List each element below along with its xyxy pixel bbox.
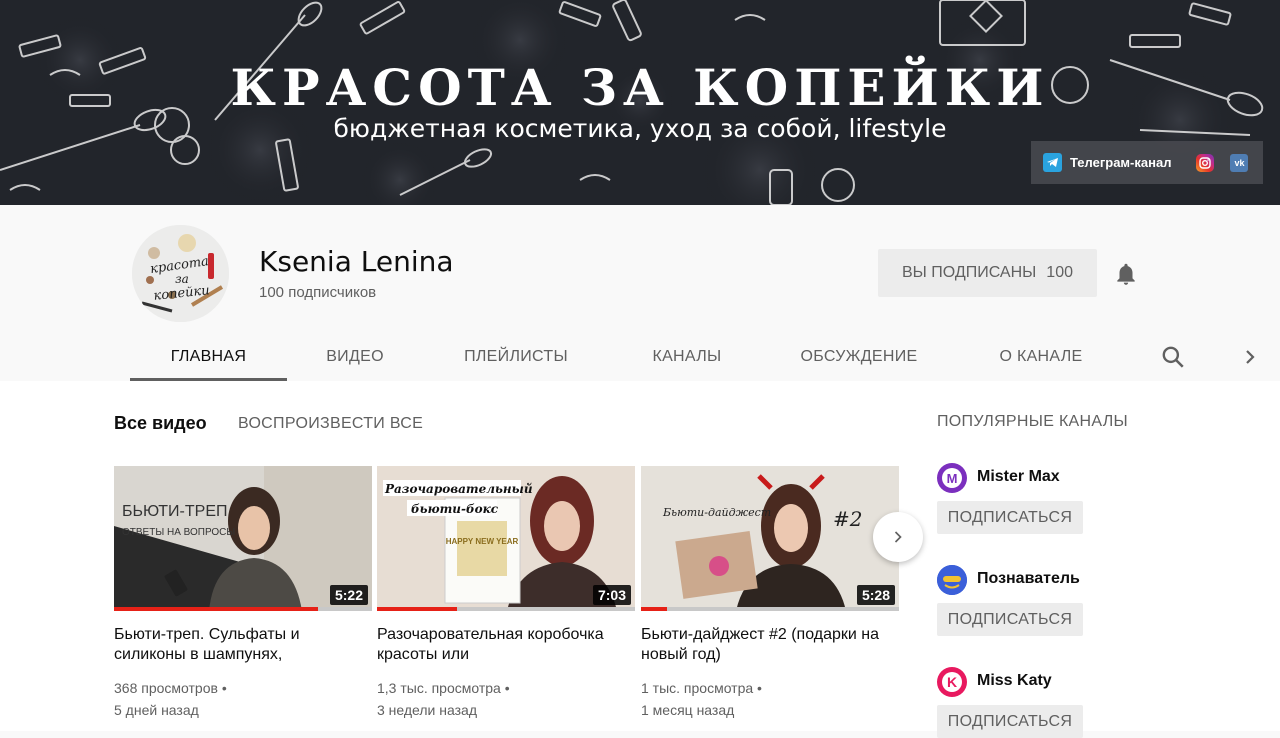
- watch-progress: [114, 607, 372, 611]
- video-card[interactable]: HAPPY NEW YEAR Разочаровательный бьюти-б…: [377, 466, 635, 721]
- video-thumbnail[interactable]: БЬЮТИ-ТРЕП ОТВЕТЫ НА ВОПРОСЫ 5:22: [114, 466, 372, 611]
- video-meta: 1,3 тыс. просмотра • 3 недели назад: [377, 680, 510, 718]
- popular-channel-name[interactable]: Mister Max: [977, 468, 1060, 486]
- banner-links: Телеграм-канал vk: [1031, 141, 1263, 184]
- tab-videos[interactable]: ВИДЕО: [310, 333, 400, 381]
- carousel-next-button[interactable]: [873, 512, 923, 562]
- avatar-letter: K: [947, 674, 957, 690]
- video-card[interactable]: Бьюти-дайджест #2 5:28 Бьюти-дайджест #2…: [641, 466, 899, 721]
- thumb-text: Бьюти-дайджест: [662, 506, 771, 519]
- thumb-subtext: бьюти-бокс: [411, 502, 499, 516]
- thumb-text: БЬЮТИ-ТРЕП: [122, 503, 227, 520]
- channel-avatar[interactable]: красота за копейки: [132, 225, 229, 322]
- video-title[interactable]: Бьюти-дайджест #2 (подарки на новый год): [641, 625, 899, 665]
- avatar[interactable]: K: [937, 667, 967, 697]
- video-duration: 7:03: [592, 585, 631, 605]
- watch-progress-fill: [377, 607, 457, 611]
- channel-header: красота за копейки Ksenia Lenina 100 под…: [0, 205, 1280, 381]
- telegram-icon[interactable]: [1043, 153, 1062, 172]
- avatar[interactable]: [937, 565, 967, 595]
- video-thumbnail[interactable]: HAPPY NEW YEAR Разочаровательный бьюти-б…: [377, 466, 635, 611]
- video-age: 1 месяц назад: [641, 702, 735, 718]
- search-icon[interactable]: [1160, 344, 1186, 370]
- section-title[interactable]: Все видео: [114, 413, 207, 434]
- channel-tabs: ГЛАВНАЯ ВИДЕО ПЛЕЙЛИСТЫ КАНАЛЫ ОБСУЖДЕНИ…: [130, 333, 1260, 381]
- chevron-right-icon: [894, 531, 902, 543]
- telegram-link[interactable]: Телеграм-канал: [1070, 155, 1171, 170]
- video-age: 5 дней назад: [114, 702, 199, 718]
- avatar[interactable]: M: [937, 463, 967, 493]
- video-age: 3 недели назад: [377, 702, 477, 718]
- subscriber-count: 100 подписчиков: [259, 284, 377, 301]
- tab-channels[interactable]: КАНАЛЫ: [635, 333, 739, 381]
- video-views: 368 просмотров: [114, 680, 218, 696]
- video-thumbnail[interactable]: Бьюти-дайджест #2 5:28: [641, 466, 899, 611]
- watch-progress: [377, 607, 635, 611]
- watch-progress-fill: [114, 607, 318, 611]
- video-meta: 1 тыс. просмотра • 1 месяц назад: [641, 680, 762, 718]
- video-views: 1 тыс. просмотра: [641, 680, 754, 696]
- svg-text:за: за: [175, 272, 189, 286]
- tab-playlists[interactable]: ПЛЕЙЛИСТЫ: [448, 333, 584, 381]
- video-duration: 5:28: [856, 585, 895, 605]
- channel-name: Ksenia Lenina: [259, 245, 454, 278]
- thumb-subtext: ОТВЕТЫ НА ВОПРОСЫ: [122, 527, 235, 538]
- tab-discussion[interactable]: ОБСУЖДЕНИЕ: [790, 333, 928, 381]
- instagram-icon[interactable]: [1196, 153, 1215, 172]
- popular-channel-name[interactable]: Познаватель: [977, 570, 1080, 588]
- subscribed-label: ВЫ ПОДПИСАНЫ: [901, 264, 1037, 281]
- avatar-letter: M: [947, 471, 958, 486]
- video-views: 1,3 тыс. просмотра: [377, 680, 501, 696]
- banner-title: КРАСОТА ЗА КОПЕЙКИ: [230, 58, 1050, 117]
- play-all-button[interactable]: ВОСПРОИЗВЕСТИ ВСЕ: [238, 415, 423, 433]
- subscribe-button[interactable]: ПОДПИСАТЬСЯ: [937, 705, 1083, 738]
- tab-about[interactable]: О КАНАЛЕ: [985, 333, 1097, 381]
- thumb-subtext: #2: [833, 507, 862, 531]
- video-meta: 368 просмотров • 5 дней назад: [114, 680, 227, 718]
- video-title[interactable]: Разочаровательная коробочка красоты или: [377, 625, 635, 665]
- tab-home[interactable]: ГЛАВНАЯ: [130, 333, 287, 381]
- watch-progress: [641, 607, 899, 611]
- popular-channel-name[interactable]: Miss Katy: [977, 672, 1052, 690]
- video-title[interactable]: Бьюти-треп. Сульфаты и силиконы в шампун…: [114, 625, 372, 665]
- subscribed-count: 100: [1046, 264, 1073, 281]
- video-duration: 5:22: [329, 585, 368, 605]
- thumb-text: Разочаровательный: [384, 482, 533, 496]
- video-card[interactable]: БЬЮТИ-ТРЕП ОТВЕТЫ НА ВОПРОСЫ 5:22 Бьюти-…: [114, 466, 372, 721]
- bell-icon[interactable]: [1113, 261, 1139, 287]
- subscribed-button[interactable]: ВЫ ПОДПИСАНЫ 100: [878, 249, 1097, 297]
- subscribe-button[interactable]: ПОДПИСАТЬСЯ: [937, 501, 1083, 534]
- channel-banner: КРАСОТА ЗА КОПЕЙКИ бюджетная косметика, …: [0, 0, 1280, 205]
- popular-channels-title: ПОПУЛЯРНЫЕ КАНАЛЫ: [937, 413, 1128, 430]
- vk-icon[interactable]: vk: [1230, 153, 1249, 172]
- thumb-box-text: HAPPY NEW YEAR: [446, 537, 519, 546]
- watch-progress-fill: [641, 607, 667, 611]
- subscribe-button[interactable]: ПОДПИСАТЬСЯ: [937, 603, 1083, 636]
- chevron-right-icon[interactable]: [1238, 345, 1262, 369]
- main-content: Все видео ВОСПРОИЗВЕСТИ ВСЕ БЬЮТИ-ТРЕП О…: [0, 381, 1280, 738]
- banner-subtitle: бюджетная косметика, уход за собой, life…: [333, 114, 947, 143]
